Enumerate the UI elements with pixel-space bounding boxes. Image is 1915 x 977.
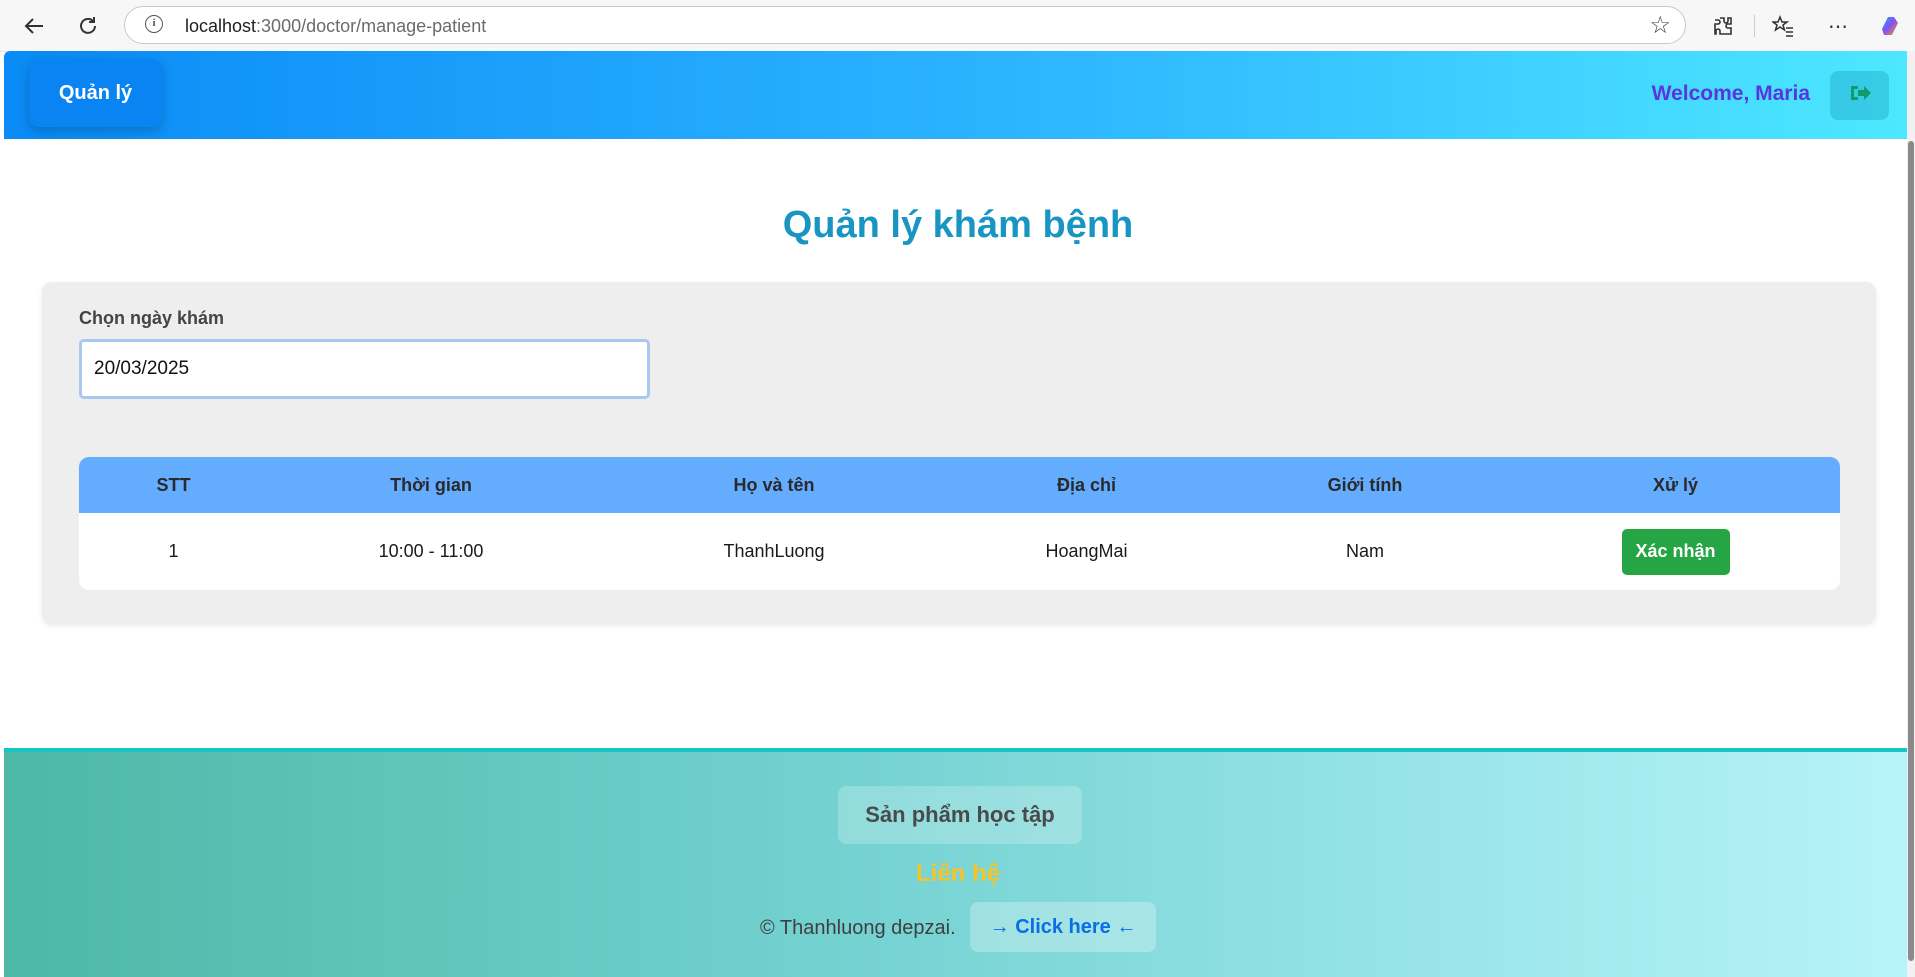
site-info-icon[interactable]: i bbox=[145, 15, 163, 33]
confirm-button[interactable]: Xác nhận bbox=[1621, 528, 1730, 575]
favorites-list-icon[interactable] bbox=[1768, 11, 1798, 41]
url-text[interactable]: localhost:3000/doctor/manage-patient bbox=[185, 16, 486, 37]
column-header-action: Xử lý bbox=[1652, 474, 1699, 495]
sign-out-icon bbox=[1848, 83, 1872, 108]
reload-icon[interactable] bbox=[73, 11, 103, 41]
cell-action: Xác nhận bbox=[1511, 513, 1840, 590]
url-host: localhost bbox=[185, 16, 257, 36]
manage-panel: Chọn ngày khám STT Thời gian Họ và tên Đ… bbox=[42, 282, 1876, 624]
logout-button[interactable] bbox=[1830, 71, 1889, 120]
table-header-row: STT Thời gian Họ và tên Địa chỉ Giới tín… bbox=[79, 457, 1840, 513]
url-path: :3000/doctor/manage-patient bbox=[256, 16, 487, 36]
page-title: Quản lý khám bệnh bbox=[782, 204, 1134, 246]
product-button[interactable]: Sản phẩm học tập bbox=[838, 786, 1082, 844]
vertical-scrollbar[interactable] bbox=[1907, 51, 1915, 977]
toolbar-separator bbox=[1754, 15, 1755, 37]
page: Quản lý Welcome, Maria Quản lý khám bệnh… bbox=[4, 51, 1912, 977]
cell-address: HoangMai bbox=[1045, 541, 1128, 561]
contact-link[interactable]: Liên hệ bbox=[4, 860, 1912, 888]
patient-table: STT Thời gian Họ và tên Địa chỉ Giới tín… bbox=[79, 457, 1840, 590]
copilot-icon[interactable] bbox=[1876, 11, 1906, 41]
cell-name: ThanhLuong bbox=[723, 541, 825, 561]
column-header-address: Địa chỉ bbox=[1056, 474, 1117, 495]
welcome-text: Welcome, Maria bbox=[1651, 82, 1810, 105]
date-input[interactable] bbox=[79, 339, 650, 399]
address-bar[interactable]: i localhost:3000/doctor/manage-patient ☆ bbox=[124, 6, 1686, 44]
extensions-icon[interactable] bbox=[1708, 11, 1738, 41]
copyright-text: © Thanhluong depzai. bbox=[760, 917, 956, 939]
back-icon[interactable] bbox=[19, 11, 49, 41]
table-row: 1 10:00 - 11:00 ThanhLuong HoangMai Nam … bbox=[79, 513, 1840, 590]
cell-gender: Nam bbox=[1345, 541, 1384, 561]
brand-button[interactable]: Quản lý bbox=[29, 59, 162, 127]
cell-stt: 1 bbox=[168, 541, 179, 561]
column-header-stt: STT bbox=[156, 474, 191, 495]
column-header-time: Thời gian bbox=[390, 474, 472, 495]
favorite-star-icon[interactable]: ☆ bbox=[1649, 11, 1671, 40]
cell-time: 10:00 - 11:00 bbox=[378, 541, 484, 561]
more-options-icon[interactable]: ⋯ bbox=[1823, 11, 1853, 41]
column-header-gender: Giới tính bbox=[1327, 474, 1403, 495]
column-header-name: Họ và tên bbox=[733, 474, 815, 495]
scrollbar-thumb[interactable] bbox=[1908, 141, 1914, 961]
date-label: Chọn ngày khám bbox=[79, 308, 225, 328]
click-here-button[interactable]: → Click here ← bbox=[970, 902, 1156, 952]
browser-toolbar: i localhost:3000/doctor/manage-patient ☆… bbox=[0, 0, 1915, 52]
footer: Sản phẩm học tập Liên hệ © Thanhluong de… bbox=[4, 748, 1912, 977]
top-header: Quản lý Welcome, Maria bbox=[4, 51, 1912, 139]
